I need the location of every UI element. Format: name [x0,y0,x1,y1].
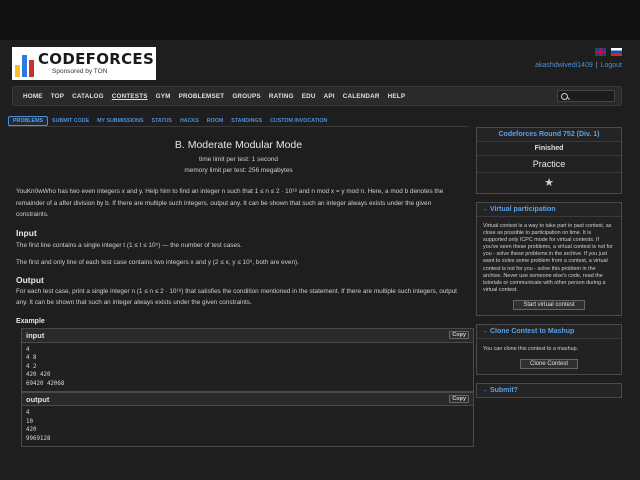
clone-contest-button[interactable]: Clone Contest [519,359,579,370]
submit-card: → Submit? [476,383,622,399]
language-flags [595,48,622,56]
time-limit: time limit per test: 1 second [198,156,279,163]
sample-output: 4 10 420 9969128 [26,410,51,442]
output-section-title: Output [16,274,44,285]
logo-sponsor: Sponsored by TON [52,67,108,75]
russia-flag-icon[interactable] [611,48,622,56]
sample-input: 4 4 8 4 2 420 420 69420 42068 [26,346,65,387]
logout-link[interactable]: Logout [601,62,622,69]
star-icon[interactable]: ★ [477,173,621,193]
sample-output-label: output [26,394,50,404]
search-input[interactable] [557,90,615,102]
nav-item-edu[interactable]: EDU [298,93,320,100]
subtab-room[interactable]: ROOM [203,117,227,125]
round-mode: Practice [477,156,621,173]
logo-bars-icon [15,51,34,77]
clone-contest-text: You can clone this contest to a mashup. [483,345,579,352]
nav-item-contests[interactable]: CONTESTS [108,93,152,100]
nav-item-help[interactable]: HELP [384,93,410,100]
submit-title: → Submit? [477,384,621,398]
virtual-participation-title: → Virtual participation [477,203,621,217]
copy-output-button[interactable]: Copy [449,395,469,403]
nav-item-gym[interactable]: GYM [152,93,175,100]
input-spec-line1: The first line contains a single integer… [16,241,242,249]
nav-item-problemset[interactable]: PROBLEMSET [175,93,229,100]
round-title[interactable]: Codeforces Round 752 (Div. 1) [477,128,621,142]
nav-item-home[interactable]: HOME [19,93,47,100]
problem-title: B. Moderate Modular Mode [174,139,303,151]
virtual-participation-card: → Virtual participation Virtual contest … [476,202,622,316]
window-top-bar [0,0,640,40]
copy-input-button[interactable]: Copy [449,330,469,339]
start-virtual-contest-button[interactable]: Start virtual contest [513,299,585,310]
logo-wordmark: CODEFORCES [38,49,155,68]
problem-subtabs: PROBLEMS SUBMIT CODE MY SUBMISSIONS STATUS H… [8,116,331,126]
sample-output-box: output Copy 4 10 420 9969128 [21,392,474,447]
nav-item-api[interactable]: API [320,93,339,100]
nav-item-top[interactable]: TOP [47,93,68,100]
round-card: Codeforces Round 752 (Div. 1) Finished P… [476,127,622,194]
uk-flag-icon[interactable] [595,48,606,56]
user-links: akashdwivedi1409 | Logout [535,62,622,69]
round-status: Finished [477,142,621,156]
clone-contest-card: → Clone Contest to Mashup You can clone … [476,323,622,376]
example-title: Example [16,317,45,325]
subtab-custom-invocation[interactable]: CUSTOM INVOCATION [266,117,331,125]
subtab-problems[interactable]: PROBLEMS [8,116,49,126]
nav-item-catalog[interactable]: CATALOG [68,93,108,100]
sample-input-box: input Copy 4 4 8 4 2 420 420 69420 42068 [21,327,474,392]
problem-statement: B. Moderate Modular Mode time limit per … [8,130,474,447]
subtab-my-submissions[interactable]: MY SUBMISSIONS [93,117,147,125]
sample-input-label: input [26,330,45,340]
subtab-hacks[interactable]: HACKS [176,117,203,125]
subtab-submit-code[interactable]: SUBMIT CODE [48,117,93,125]
legend-text: YouKn0wWho has two even integers x and y… [16,188,444,218]
profile-link[interactable]: akashdwivedi1409 [535,62,593,69]
memory-limit: memory limit per test: 256 megabytes [184,167,293,174]
nav-item-rating[interactable]: RATING [265,93,298,100]
divider [8,126,469,127]
sidebar: Codeforces Round 752 (Div. 1) Finished P… [476,127,622,406]
subtab-standings[interactable]: STANDINGS [227,117,266,125]
virtual-participation-text: Virtual contest is a way to take part in… [483,223,613,293]
nav-item-groups[interactable]: GROUPS [228,93,265,100]
input-section-title: Input [16,227,37,238]
codeforces-logo[interactable]: CODEFORCES Sponsored by TON [12,47,156,80]
site-header: CODEFORCES Sponsored by TON akashdwivedi… [0,40,640,86]
clone-contest-title: → Clone Contest to Mashup [477,324,621,339]
input-spec-line2: The first and only line of each test cas… [16,259,299,266]
search-icon [561,92,568,100]
main-nav: HOME TOP CATALOG CONTESTS GYM PROBLEMSET GROUP… [12,86,622,106]
subtab-status[interactable]: STATUS [148,117,176,125]
nav-item-calendar[interactable]: CALENDAR [339,93,384,100]
output-spec: For each test case, print a single integ… [16,287,457,307]
separator: | [595,62,598,69]
